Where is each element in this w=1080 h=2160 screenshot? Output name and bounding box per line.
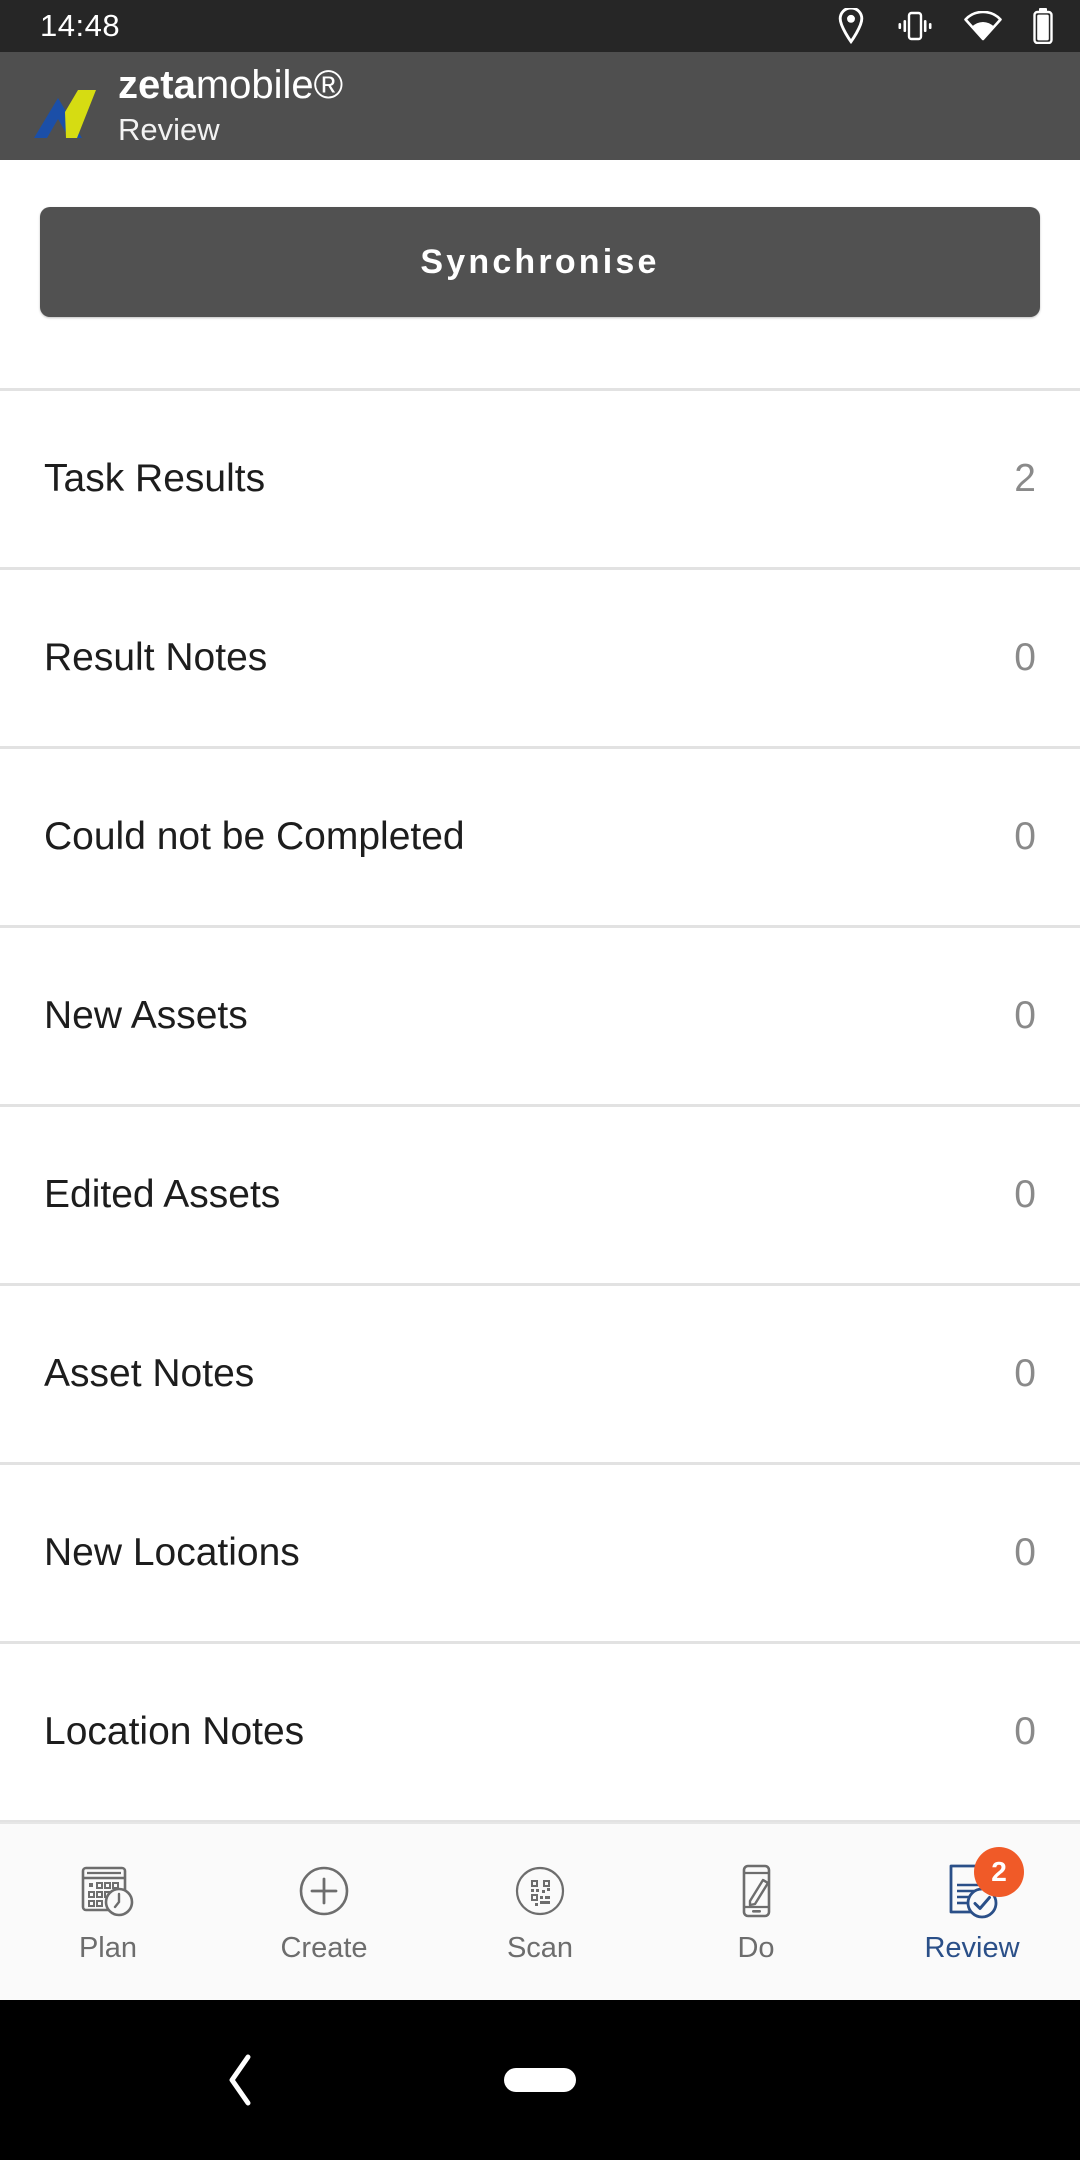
status-clock: 14:48	[40, 8, 121, 43]
brand-registered-mark: ®	[313, 63, 344, 107]
list-item-count: 0	[1014, 1531, 1036, 1574]
tab-plan[interactable]: Plan	[0, 1824, 216, 2000]
calendar-clock-icon	[76, 1859, 140, 1923]
list-item[interactable]: New Assets 0	[0, 928, 1080, 1107]
list-item[interactable]: Asset Notes 0	[0, 1286, 1080, 1465]
phone-pencil-icon	[724, 1859, 788, 1923]
zeta-mobile-logo	[22, 64, 106, 148]
tab-label: Scan	[506, 1932, 574, 1964]
list-item-label: New Assets	[44, 994, 248, 1037]
status-icon-group	[836, 8, 1054, 44]
system-navigation-bar	[0, 2000, 1080, 2160]
plus-circle-icon	[292, 1859, 356, 1923]
list-item-label: Location Notes	[44, 1710, 305, 1753]
list-item[interactable]: Edited Assets 0	[0, 1107, 1080, 1286]
list-item-count: 0	[1014, 636, 1036, 679]
list-item[interactable]: Result Notes 0	[0, 570, 1080, 749]
list-item-count: 0	[1014, 1352, 1036, 1395]
list-item-label: Could not be Completed	[44, 815, 465, 858]
document-check-icon: 2	[940, 1847, 1024, 1923]
tab-scan[interactable]: Scan	[432, 1824, 648, 2000]
list-item-label: Edited Assets	[44, 1173, 281, 1216]
qr-code-icon	[508, 1859, 572, 1923]
tab-label: Review	[924, 1932, 1020, 1964]
tab-do[interactable]: Do	[648, 1824, 864, 2000]
phone-screen: 14:48 zetamobile® Review Synchronise Tas…	[0, 0, 1080, 2160]
list-item[interactable]: Could not be Completed 0	[0, 749, 1080, 928]
list-item-count: 0	[1014, 994, 1036, 1037]
header-titles: zetamobile® Review	[118, 62, 343, 150]
back-chevron-icon[interactable]	[206, 2045, 276, 2115]
synchronise-button[interactable]: Synchronise	[40, 207, 1040, 317]
list-item-label: Asset Notes	[44, 1352, 255, 1395]
list-item[interactable]: Task Results 2	[0, 391, 1080, 570]
sync-section: Synchronise	[0, 160, 1080, 388]
tab-badge: 2	[974, 1847, 1024, 1897]
bottom-tab-bar: Plan Create Scan Do 2 Review	[0, 1822, 1080, 2000]
app-header: zetamobile® Review	[0, 52, 1080, 160]
location-pin-icon	[836, 8, 866, 44]
brand-bold: zeta	[118, 63, 196, 107]
list-item-count: 0	[1014, 1710, 1036, 1753]
tab-label: Do	[737, 1932, 775, 1964]
brand-title: zetamobile®	[118, 62, 343, 108]
list-item-count: 0	[1014, 815, 1036, 858]
tab-label: Create	[280, 1932, 368, 1964]
list-item-label: New Locations	[44, 1531, 300, 1574]
page-title: Review	[118, 112, 220, 147]
list-item-label: Result Notes	[44, 636, 268, 679]
tab-review[interactable]: 2 Review	[864, 1824, 1080, 2000]
list-item-count: 2	[1014, 457, 1036, 500]
list-item[interactable]: Location Notes 0	[0, 1644, 1080, 1823]
battery-icon	[1032, 8, 1054, 44]
tab-create[interactable]: Create	[216, 1824, 432, 2000]
tab-label: Plan	[78, 1932, 138, 1964]
list-item[interactable]: New Locations 0	[0, 1465, 1080, 1644]
review-summary-list: Task Results 2 Result Notes 0 Could not be C…	[0, 388, 1080, 1823]
list-item-count: 0	[1014, 1173, 1036, 1216]
status-bar: 14:48	[0, 0, 1080, 52]
list-item-label: Task Results	[44, 457, 266, 500]
brand-light: mobile	[195, 63, 314, 107]
vibrate-icon	[896, 9, 934, 43]
wifi-icon	[964, 11, 1002, 41]
home-pill-icon[interactable]	[504, 2068, 576, 2092]
